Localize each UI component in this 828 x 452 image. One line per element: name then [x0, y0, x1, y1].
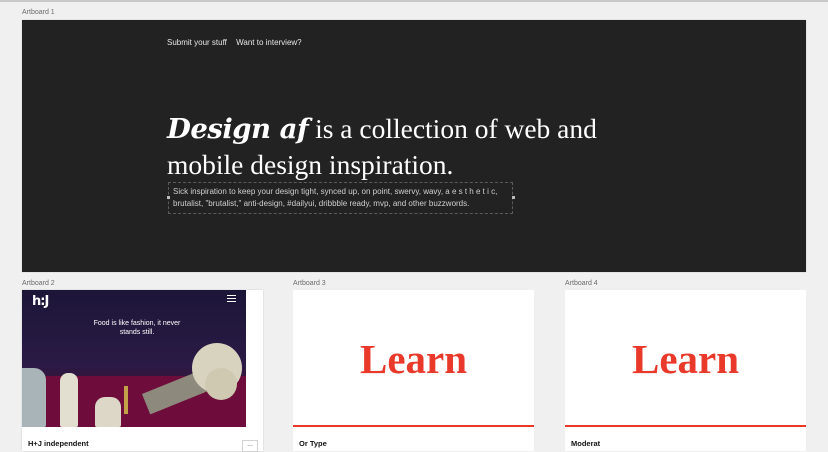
artboard-2[interactable]: h:J Food is like fashion, it never stand…	[22, 290, 263, 452]
artboard-3[interactable]: Learn Or Type	[293, 290, 534, 451]
headline-line2: mobile design inspiration.	[167, 149, 454, 180]
card-title: Moderat	[571, 439, 601, 448]
cheese-shape	[95, 397, 121, 427]
card-title: H+J independent	[28, 439, 89, 448]
cheese-shape	[124, 386, 128, 414]
artboard-2-label[interactable]: Artboard 2	[22, 280, 55, 287]
hero-tagline: Food is like fashion, it never stands st…	[93, 320, 181, 336]
selected-text-box[interactable]: Sick inspiration to keep your design tig…	[167, 182, 515, 214]
card-title: Or Type	[299, 439, 327, 448]
learn-heading: Learn	[631, 336, 740, 382]
headline-line1: is a collection of web and	[308, 113, 597, 144]
submit-link[interactable]: Submit your stuff	[167, 38, 227, 47]
headline: Design af is a collection of web and mob…	[167, 111, 637, 182]
artboard-4[interactable]: Learn Moderat	[565, 290, 806, 451]
cheese-shape	[60, 373, 78, 427]
top-nav: Submit your stuff Want to interview?	[167, 38, 309, 47]
artboard-3-label[interactable]: Artboard 3	[293, 280, 326, 287]
brand-name: Design af	[167, 113, 309, 145]
accent-divider	[293, 425, 534, 427]
resize-handle-left[interactable]	[167, 196, 170, 199]
more-button[interactable]: ...	[242, 440, 258, 452]
artboard-1-label[interactable]: Artboard 1	[22, 9, 55, 16]
artboard-1[interactable]: Submit your stuff Want to interview? Des…	[22, 20, 806, 272]
cheese-shape	[22, 368, 46, 427]
interview-link[interactable]: Want to interview?	[236, 38, 302, 47]
subtext[interactable]: Sick inspiration to keep your design tig…	[173, 186, 513, 210]
window-top-border	[0, 0, 828, 2]
learn-heading: Learn	[359, 336, 468, 382]
cheese-shape	[205, 368, 237, 400]
hj-logo: h:J	[32, 294, 49, 309]
hamburger-menu-icon[interactable]	[227, 295, 236, 302]
card-hero-image: h:J Food is like fashion, it never stand…	[22, 290, 246, 427]
artboard-4-label[interactable]: Artboard 4	[565, 280, 598, 287]
accent-divider	[565, 425, 806, 427]
